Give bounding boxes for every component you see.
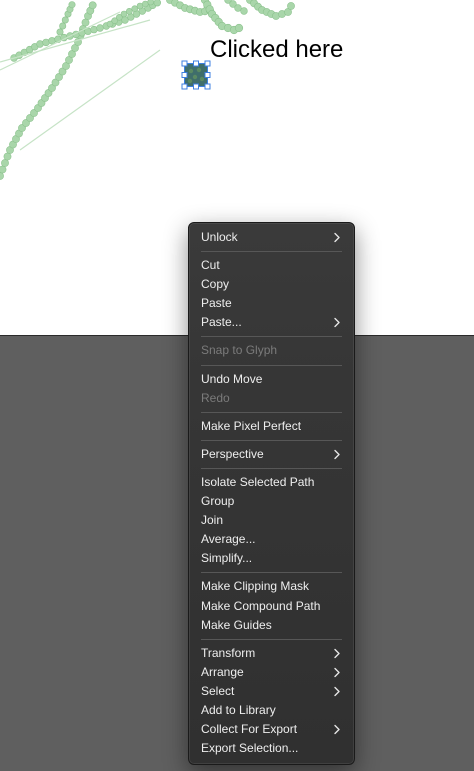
menu-item-snap-to-glyph: Snap to Glyph — [189, 341, 354, 360]
menu-item-label: Paste... — [201, 315, 242, 330]
menu-item-label: Make Guides — [201, 617, 272, 632]
menu-separator — [201, 411, 342, 413]
selection-handle[interactable] — [193, 83, 199, 90]
context-menu: Unlock Cut Copy Paste Paste... Snap to Glyph U… — [188, 222, 355, 766]
menu-item-label: Add to Library — [201, 702, 276, 717]
menu-item-label: Redo — [201, 390, 230, 405]
menu-item-label: Simplify... — [201, 551, 253, 566]
menu-item-label: Collect For Export — [201, 722, 298, 737]
selection-handle[interactable] — [204, 83, 211, 90]
menu-item-label: Undo Move — [201, 371, 263, 386]
menu-item-label: Snap to Glyph — [201, 343, 278, 358]
menu-separator — [201, 467, 342, 469]
menu-separator — [201, 572, 342, 574]
menu-separator — [201, 638, 342, 640]
menu-item-label: Perspective — [201, 446, 264, 461]
menu-item-collect-for-export[interactable]: Collect For Export — [189, 720, 354, 739]
menu-item-select[interactable]: Select — [189, 682, 354, 701]
menu-separator — [201, 251, 342, 253]
menu-item-add-to-library[interactable]: Add to Library — [189, 701, 354, 720]
selection-handle[interactable] — [204, 60, 211, 67]
menu-separator — [201, 336, 342, 338]
menu-item-label: Join — [201, 513, 224, 528]
menu-item-label: Transform — [201, 645, 256, 660]
menu-item-label: Select — [201, 683, 235, 698]
chevron-right-icon — [334, 318, 340, 328]
menu-item-label: Average... — [201, 532, 256, 547]
menu-item-label: Copy — [201, 277, 230, 292]
menu-item-label: Make Pixel Perfect — [201, 418, 302, 433]
menu-item-make-guides[interactable]: Make Guides — [189, 616, 354, 635]
menu-item-transform[interactable]: Transform — [189, 644, 354, 663]
menu-item-make-pixel-perfect[interactable]: Make Pixel Perfect — [189, 417, 354, 436]
selection-handle[interactable] — [181, 83, 188, 90]
chevron-right-icon — [334, 232, 340, 243]
menu-item-redo: Redo — [189, 389, 354, 408]
chevron-right-icon — [334, 667, 340, 677]
menu-separator — [201, 439, 342, 441]
menu-item-make-compound-path[interactable]: Make Compound Path — [189, 597, 354, 616]
menu-item-paste[interactable]: Paste... — [189, 313, 354, 332]
chevron-right-icon — [334, 686, 340, 697]
menu-item-copy[interactable]: Copy — [189, 275, 354, 294]
menu-item-export-selection[interactable]: Export Selection... — [189, 739, 354, 758]
menu-item-label: Group — [201, 494, 235, 509]
menu-item-simplify[interactable]: Simplify... — [189, 549, 354, 568]
menu-item-group[interactable]: Group — [189, 492, 354, 511]
selection-handle[interactable] — [181, 72, 188, 78]
menu-item-perspective[interactable]: Perspective — [189, 445, 354, 464]
annotation-text: Clicked here — [210, 36, 344, 63]
menu-item-label: Paste — [201, 296, 232, 311]
menu-item-label: Make Compound Path — [201, 598, 321, 613]
menu-item-paste[interactable]: Paste — [189, 294, 354, 313]
menu-item-cut[interactable]: Cut — [189, 256, 354, 275]
menu-item-unlock[interactable]: Unlock — [189, 228, 354, 247]
menu-separator — [201, 364, 342, 366]
menu-item-label: Export Selection... — [201, 741, 299, 756]
menu-item-label: Unlock — [201, 230, 238, 244]
menu-item-isolate-selected-path[interactable]: Isolate Selected Path — [189, 473, 354, 492]
menu-item-arrange[interactable]: Arrange — [189, 663, 354, 682]
menu-item-undo-move[interactable]: Undo Move — [189, 370, 354, 389]
selected-object[interactable] — [181, 60, 211, 90]
menu-item-join[interactable]: Join — [189, 511, 354, 530]
selection-handle[interactable] — [193, 60, 199, 67]
menu-item-label: Make Clipping Mask — [201, 579, 310, 594]
chevron-right-icon — [334, 724, 340, 735]
menu-item-label: Cut — [201, 258, 220, 273]
selection-handle[interactable] — [204, 72, 211, 78]
menu-item-average[interactable]: Average... — [189, 530, 354, 549]
menu-item-label: Isolate Selected Path — [201, 474, 315, 489]
selection-handle[interactable] — [181, 60, 188, 67]
chevron-right-icon — [334, 648, 340, 658]
menu-item-make-clipping-mask[interactable]: Make Clipping Mask — [189, 577, 354, 596]
menu-item-label: Arrange — [201, 664, 244, 679]
chevron-right-icon — [334, 449, 340, 460]
selected-object-fill — [185, 64, 207, 86]
